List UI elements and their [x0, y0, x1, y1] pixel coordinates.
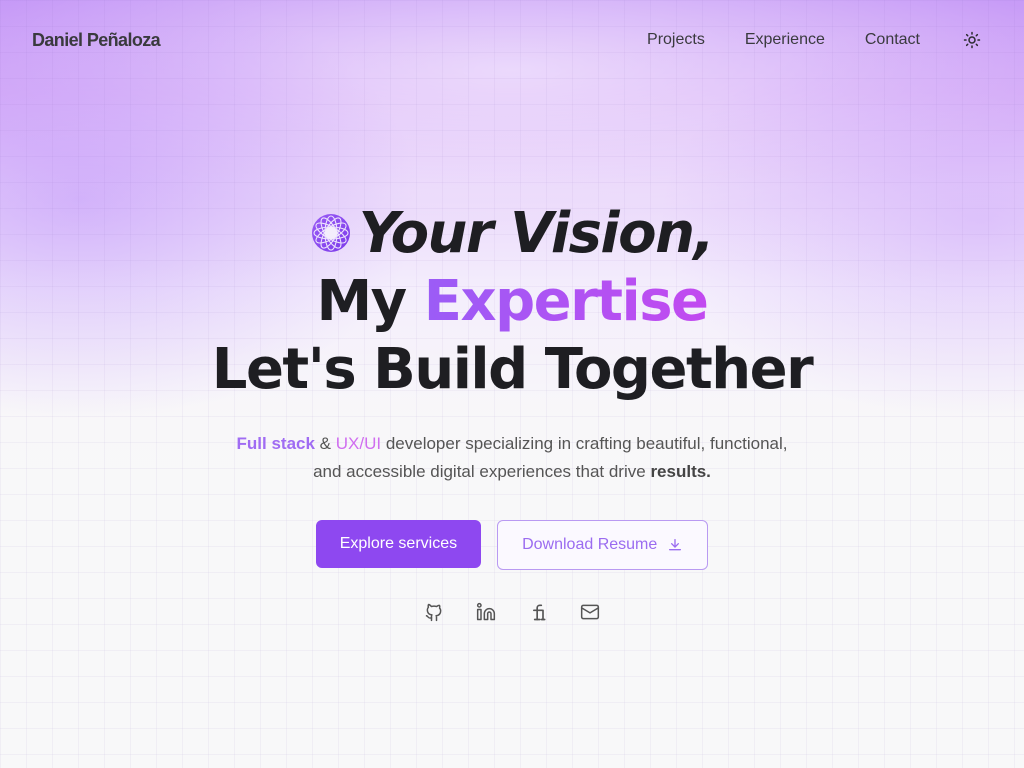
nav-contact[interactable]: Contact — [865, 31, 920, 49]
download-resume-button[interactable]: Download Resume — [497, 520, 709, 570]
hero-section: Your Vision, My Expertise Let's Build To… — [0, 200, 1024, 622]
hero-headline: Your Vision, My Expertise Let's Build To… — [0, 200, 1024, 404]
download-resume-label: Download Resume — [522, 536, 658, 553]
download-icon — [669, 539, 682, 551]
headline-line-1: Your Vision, — [0, 200, 1024, 268]
uxui-highlight: UX/UI — [335, 434, 382, 453]
spiral-logo-icon — [311, 213, 350, 252]
explore-services-button[interactable]: Explore services — [315, 520, 482, 568]
full-stack-highlight: Full stack — [236, 434, 315, 453]
results-highlight: results. — [650, 462, 711, 481]
ampersand: & — [319, 434, 332, 453]
headline-line-3: Let's Build Together — [211, 337, 814, 402]
sun-icon — [963, 31, 981, 49]
site-header: Daniel Peñaloza Projects Experience Cont… — [0, 0, 1024, 80]
email-link[interactable] — [580, 602, 600, 622]
github-link[interactable] — [424, 602, 444, 622]
headline-your-vision: Your Vision, — [358, 201, 715, 266]
hero-actions: Explore services Download Resume — [0, 520, 1024, 570]
freelancer-link[interactable] — [528, 602, 548, 622]
linkedin-icon — [476, 602, 496, 621]
subtitle-part-1: developer specializing in crafting beaut… — [385, 434, 706, 453]
mail-icon — [580, 604, 600, 620]
brand-name[interactable]: Daniel Peñaloza — [32, 30, 161, 51]
social-links — [0, 602, 1024, 622]
nav-projects[interactable]: Projects — [647, 31, 705, 49]
main-nav: Projects Experience Contact — [607, 28, 992, 52]
hero-subtitle: Full stack & UX/UI developer specializin… — [232, 430, 792, 486]
nav-experience[interactable]: Experience — [745, 31, 825, 49]
headline-expertise: Expertise — [423, 269, 709, 334]
freelancer-icon — [533, 604, 546, 621]
theme-toggle-button[interactable] — [960, 28, 984, 52]
headline-my: My — [316, 269, 407, 334]
linkedin-link[interactable] — [476, 602, 496, 622]
github-icon — [425, 603, 442, 622]
headline-line-2: My Expertise — [0, 268, 1024, 336]
